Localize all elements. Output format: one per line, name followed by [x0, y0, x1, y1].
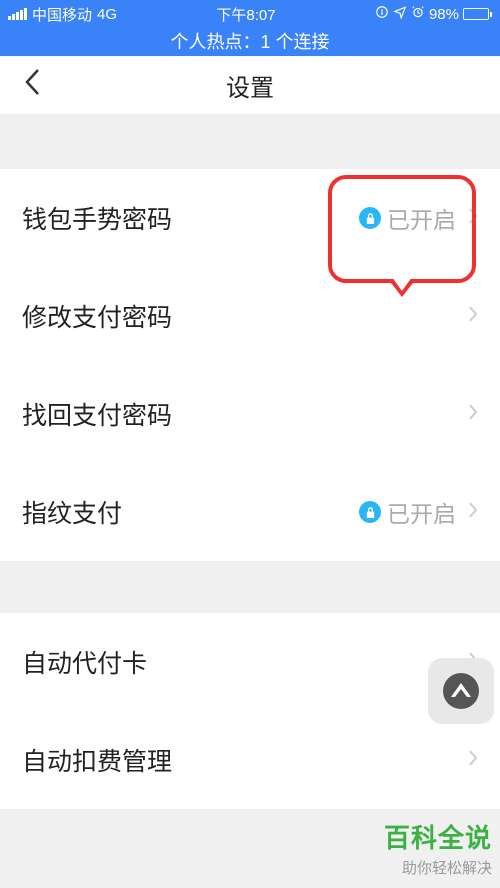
status-text: 已开启 [387, 495, 456, 529]
signal-icon [8, 8, 27, 20]
chevron-right-icon [468, 303, 478, 329]
wallet-gesture-password-item[interactable]: 钱包手势密码 已开启 [0, 169, 500, 267]
up-arrow-icon [441, 671, 481, 711]
watermark: 百科全说 助你轻松解决 [384, 818, 492, 878]
alarm-icon [411, 5, 425, 23]
lock-icon [359, 501, 381, 523]
watermark-subtitle: 助你轻松解决 [384, 857, 492, 878]
item-label: 修改支付密码 [22, 298, 468, 334]
status-bar: 中国移动 4G 下午8:07 98% [0, 0, 500, 28]
hotspot-bar[interactable]: 个人热点：1 个连接 [0, 28, 500, 56]
item-label: 找回支付密码 [22, 396, 468, 432]
lock-icon [359, 207, 381, 229]
chevron-right-icon [468, 401, 478, 427]
lock-rotation-icon [375, 5, 389, 23]
recover-payment-password-item[interactable]: 找回支付密码 [0, 365, 500, 463]
auto-deduction-management-item[interactable]: 自动扣费管理 [0, 711, 500, 809]
fingerprint-payment-item[interactable]: 指纹支付 已开启 [0, 463, 500, 561]
item-status: 已开启 [359, 495, 456, 529]
chevron-right-icon [468, 205, 478, 231]
auto-pay-card-item[interactable]: 自动代付卡 [0, 613, 500, 711]
carrier-label: 中国移动 [32, 4, 92, 25]
float-action-button[interactable] [428, 658, 494, 724]
time-label: 下午8:07 [216, 4, 275, 25]
page-title: 设置 [0, 68, 500, 103]
status-text: 已开启 [387, 201, 456, 235]
battery-icon [463, 8, 492, 20]
network-label: 4G [97, 6, 117, 23]
section-gap [0, 561, 500, 613]
watermark-title: 百科全说 [384, 818, 492, 855]
item-label: 自动扣费管理 [22, 742, 468, 778]
chevron-right-icon [468, 499, 478, 525]
item-label: 钱包手势密码 [22, 200, 359, 236]
modify-payment-password-item[interactable]: 修改支付密码 [0, 267, 500, 365]
nav-bar: 设置 [0, 56, 500, 114]
chevron-right-icon [468, 747, 478, 773]
back-button[interactable] [10, 67, 54, 104]
item-label: 指纹支付 [22, 494, 359, 530]
item-label: 自动代付卡 [22, 644, 468, 680]
section-gap [0, 114, 500, 169]
item-status: 已开启 [359, 201, 456, 235]
status-left: 中国移动 4G [8, 4, 117, 25]
status-right: 98% [375, 5, 492, 23]
battery-label: 98% [429, 6, 459, 23]
location-icon [393, 5, 407, 23]
